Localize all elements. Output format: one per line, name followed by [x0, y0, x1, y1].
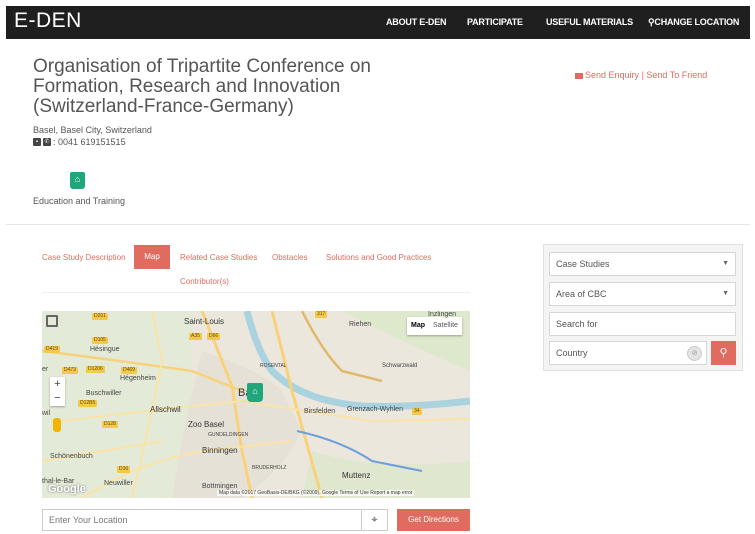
nav-change-location[interactable]: ⚲CHANGE LOCATION	[648, 17, 739, 28]
country-input-placeholder: Country	[556, 348, 588, 358]
map-place-label: er	[42, 366, 49, 373]
nav-about[interactable]: ABOUT E-DEN	[386, 17, 447, 27]
map-place-label: Schwarzwald	[382, 363, 418, 369]
map-place-label: Hésingue	[90, 346, 120, 353]
contact-row: ▪ ✆ : 0041 619151515	[33, 137, 126, 147]
tab-contributors[interactable]: Contributor(s)	[180, 277, 229, 286]
area-of-cbc-select[interactable]: Area of CBC ▼	[549, 282, 736, 306]
area-of-cbc-select-value: Area of CBC	[556, 289, 607, 299]
map-place-label: Neuwiller	[104, 480, 133, 487]
road-shield: D12B5	[78, 400, 98, 407]
graduation-cap-icon: ⌂	[70, 172, 85, 189]
page-title: Organisation of Tripartite Conference on…	[33, 56, 371, 117]
search-sidebar: Case Studies ▼ Area of CBC ▼ Search for …	[543, 244, 743, 371]
map-place-label: wil	[42, 410, 51, 417]
map-attribution[interactable]: Map data ©2017 GeoBasis-DE/BKG (©2009), …	[217, 490, 415, 496]
map-place-label: GUNDELDINGEN	[208, 432, 249, 438]
search-icon[interactable]: ⚲	[711, 341, 736, 365]
zoom-control: + −	[50, 377, 65, 406]
map-place-label: Bottmingen	[202, 483, 238, 490]
tab-solutions[interactable]: Solutions and Good Practices	[326, 253, 431, 262]
enquiry-links: Send Enquiry | Send To Friend	[575, 70, 707, 80]
map-place-label: Saint-Louis	[184, 317, 225, 326]
map-place-label: Hégenheim	[120, 375, 156, 382]
top-navbar: E-DEN ABOUT E-DEN PARTICIPATE USEFUL MAT…	[6, 6, 750, 39]
country-input[interactable]: Country ⊘	[549, 341, 707, 365]
map-place-label: Grenzach-Wyhlen	[347, 406, 403, 413]
brand-logo[interactable]: E-DEN	[14, 9, 82, 33]
category-label: Education and Training	[33, 196, 126, 206]
map-place-label: Muttenz	[342, 471, 371, 480]
tab-map[interactable]: Map	[134, 245, 170, 269]
case-study-marker-icon[interactable]: ⌂	[247, 383, 263, 402]
map-place-label: Binningen	[202, 446, 238, 455]
street-view-pegman-icon[interactable]	[53, 418, 61, 432]
map-place-label: Schönenbuch	[50, 453, 93, 460]
envelope-icon	[575, 72, 583, 79]
map-place-label: Allschwil	[150, 405, 181, 414]
road-shield: D66	[207, 333, 221, 340]
send-enquiry-link[interactable]: Send Enquiry	[585, 70, 639, 80]
road-shield: D1206	[86, 366, 105, 373]
tabs-divider	[42, 292, 470, 293]
case-studies-select-value: Case Studies	[556, 259, 610, 269]
google-logo: Google	[48, 483, 86, 495]
location-input[interactable]: Enter Your Location	[42, 509, 362, 531]
search-input[interactable]: Search for	[549, 312, 736, 336]
zoom-in-button[interactable]: +	[50, 377, 65, 391]
map-place-label: BRUDERHOLZ	[252, 465, 287, 471]
fullscreen-icon[interactable]	[46, 315, 58, 327]
road-shield: D469	[121, 367, 137, 374]
road-shield: D105	[92, 337, 108, 344]
road-shield: D16	[117, 466, 131, 473]
nav-change-location-label: CHANGE LOCATION	[654, 17, 740, 27]
phone-number: : 0041 619151515	[53, 137, 126, 147]
map-place-label: Buschwiller	[86, 390, 122, 397]
road-shield: D419	[44, 346, 60, 353]
map-view[interactable]: Map Satellite + − Saint-Louis Riehen Inz…	[42, 311, 470, 498]
case-studies-select[interactable]: Case Studies ▼	[549, 252, 736, 276]
map-place-label: ROSENTAL	[260, 363, 287, 369]
road-shield: D473	[62, 367, 78, 374]
road-shield: D201	[92, 313, 108, 320]
map-place-label: Birsfelden	[304, 408, 336, 415]
send-to-friend-link[interactable]: Send To Friend	[646, 70, 707, 80]
phone-icon: ✆	[43, 138, 51, 146]
get-directions-button[interactable]: Get Directions	[397, 509, 470, 531]
tab-case-study-description[interactable]: Case Study Description	[42, 253, 126, 262]
map-place-label: Riehen	[349, 321, 372, 328]
zoom-out-button[interactable]: −	[50, 391, 65, 405]
link-separator: |	[641, 70, 644, 80]
section-divider	[6, 224, 750, 225]
compass-icon[interactable]: ⊘	[687, 346, 702, 361]
locate-me-icon[interactable]: ⌖	[362, 509, 388, 531]
nav-participate[interactable]: PARTICIPATE	[467, 17, 523, 27]
road-shield: D128	[102, 421, 118, 428]
map-place-label: Zoo Basel	[188, 420, 225, 429]
chevron-down-icon: ▼	[722, 290, 729, 297]
road-shield: A35	[189, 333, 202, 340]
road-shield: 317	[315, 311, 328, 318]
tab-related-case-studies[interactable]: Related Case Studies	[180, 253, 257, 262]
tab-obstacles[interactable]: Obstacles	[272, 253, 308, 262]
map-type-map-button[interactable]: Map	[407, 317, 429, 335]
fax-icon: ▪	[33, 138, 41, 146]
nav-useful-materials[interactable]: USEFUL MATERIALS	[546, 17, 633, 27]
address-text: Basel, Basel City, Switzerland	[33, 125, 152, 135]
road-shield: 34	[412, 408, 422, 415]
map-type-satellite-button[interactable]: Satellite	[429, 317, 462, 335]
chevron-down-icon: ▼	[722, 260, 729, 267]
map-type-control: Map Satellite	[407, 317, 462, 335]
map-place-label: Inzlingen	[428, 311, 457, 318]
